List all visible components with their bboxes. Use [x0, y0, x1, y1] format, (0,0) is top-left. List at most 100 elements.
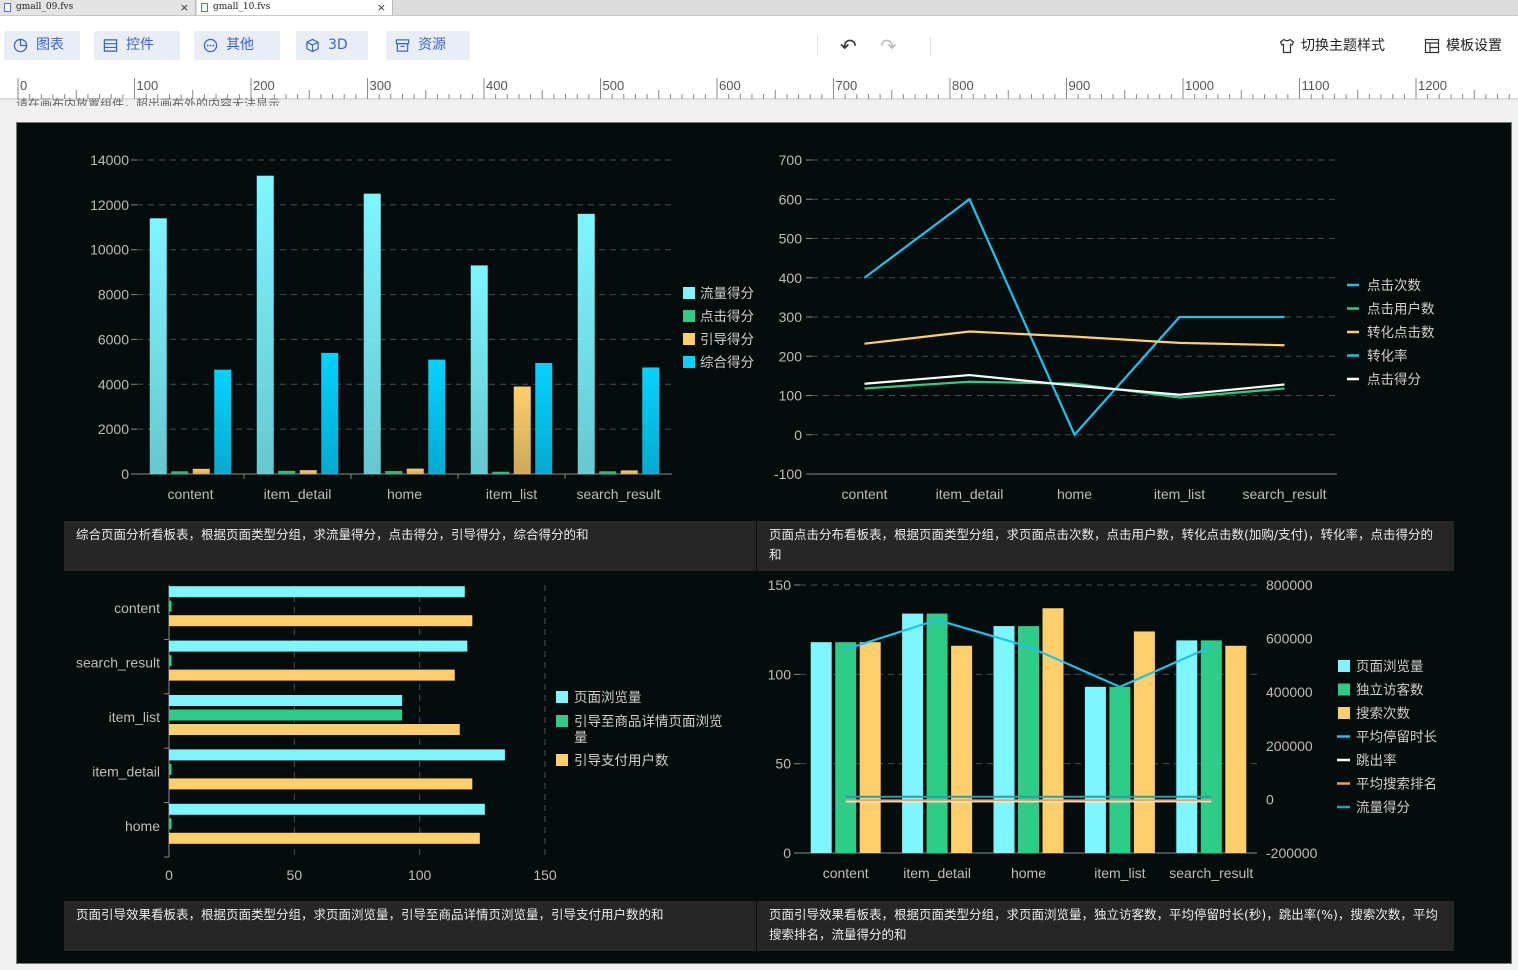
- widget-button-label: 控件: [126, 37, 154, 53]
- ruler-label: 600: [719, 78, 741, 93]
- ruler-label: 1000: [1185, 78, 1214, 93]
- bar-点击得分: [492, 471, 510, 474]
- y-tick-label: 12000: [90, 197, 129, 213]
- legend-label: 点击用户数: [1367, 301, 1435, 317]
- bar-综合得分: [428, 359, 446, 474]
- legend-swatch: [556, 754, 568, 766]
- legend-label: 流量得分: [1356, 799, 1410, 815]
- bar-页面浏览量: [1084, 686, 1106, 853]
- bar-页面浏览量: [169, 749, 505, 761]
- legend-label: 页面浏览量: [574, 690, 642, 705]
- bar-综合得分: [321, 352, 339, 474]
- page-click-line-chart[interactable]: -100 0 100 200 300 400 500 600 700 content item_de…: [757, 133, 1477, 523]
- line-转化点击数: [864, 330, 1285, 347]
- y-tick-label: 6000: [98, 331, 129, 347]
- legend-label: 转化点击数: [1367, 325, 1435, 340]
- page-guide-combo-chart[interactable]: 0 50 100 150 -200000 0 200000 400000 600000 80000…: [757, 575, 1497, 895]
- legend-swatch: [1338, 660, 1350, 672]
- y2-tick-label: 400000: [1266, 684, 1313, 700]
- legend-label: 引导得分: [700, 331, 754, 347]
- toolbar: 图表 控件 其他 3D 资源 ↶ ↷ 切换主题样式 模板设置: [0, 16, 1518, 76]
- x-tick-label: content: [842, 486, 888, 502]
- x-tick-label: 100: [408, 867, 432, 883]
- caption-page-click: 页面点击分布看板表，根据页面类型分组，求页面点击次数，点击用户数，转化点击数(加…: [757, 521, 1454, 571]
- bar-流量得分: [149, 218, 167, 474]
- bar-引导至商品详情页面浏览量: [169, 709, 403, 721]
- canvas-hint: 请在画布内放置组件，超出画布外的内容无法显示: [16, 97, 281, 106]
- resource-button-label: 资源: [418, 37, 446, 53]
- y-tick-label: 100: [768, 666, 792, 682]
- y-tick-label: 150: [768, 577, 792, 593]
- bar-页面浏览量: [902, 613, 924, 853]
- bar-引导至商品详情页面浏览量: [169, 655, 172, 667]
- widget-button[interactable]: 控件: [94, 31, 180, 60]
- bar-页面浏览量: [169, 586, 465, 598]
- divider: [930, 36, 931, 56]
- y-tick-label: 500: [779, 231, 803, 247]
- y-tick-label: 300: [779, 309, 803, 325]
- y-tick-label: 600: [779, 191, 803, 207]
- ruler-label: 900: [1069, 78, 1091, 93]
- redo-icon[interactable]: ↷: [880, 34, 897, 58]
- bar-流量得分: [470, 265, 488, 474]
- x-tick-label: search_result: [1242, 486, 1326, 502]
- y-tick-label: 400: [779, 270, 803, 286]
- switch-theme-button[interactable]: 切换主题样式: [1279, 36, 1385, 56]
- other-button-label: 其他: [226, 37, 254, 53]
- tab-gmall-10[interactable]: gmall_10.fvs ×: [197, 0, 393, 15]
- x-tick-label: 0: [165, 867, 173, 883]
- bar-综合得分: [214, 369, 232, 474]
- dashboard-canvas[interactable]: 0 2000 4000 6000 8000 10000 12000 14000 content i…: [16, 122, 1512, 964]
- y-tick-label: 10000: [90, 242, 129, 258]
- bar-引导支付用户数: [169, 615, 473, 627]
- more-icon: [203, 38, 218, 53]
- y-tick-label: 50: [775, 756, 791, 772]
- other-button[interactable]: 其他: [194, 31, 280, 60]
- legend-label: 综合得分: [700, 354, 754, 370]
- bar-页面浏览量: [169, 803, 485, 815]
- ruler-label: 500: [603, 78, 625, 93]
- bar-引导至商品详情页面浏览量: [169, 818, 172, 830]
- y-tick-label: 14000: [90, 152, 129, 168]
- bar-独立访客数: [1200, 640, 1222, 853]
- tab-gmall-09[interactable]: gmall_09.fvs ×: [0, 0, 196, 15]
- close-icon[interactable]: ×: [180, 0, 189, 15]
- legend-label: 跳出率: [1356, 752, 1397, 768]
- y-tick-label: item_detail: [92, 763, 160, 779]
- resource-button[interactable]: 资源: [386, 31, 470, 60]
- 3d-button[interactable]: 3D: [296, 31, 368, 60]
- page-guide-horizontal-bar-chart[interactable]: 0 50 100 150 home item_detail item_list search_…: [57, 575, 777, 895]
- legend-swatch: [683, 333, 695, 345]
- x-tick-label: home: [1057, 486, 1092, 502]
- legend-label: 点击得分: [1367, 371, 1421, 387]
- caption-comprehensive-analysis: 综合页面分析看板表，根据页面类型分组，求流量得分，点击得分，引导得分，综合得分的…: [64, 521, 756, 571]
- undo-icon[interactable]: ↶: [840, 34, 857, 58]
- bar-页面浏览量: [1176, 640, 1198, 853]
- y-tick-label: 8000: [98, 287, 129, 303]
- comprehensive-analysis-bar-chart[interactable]: 0 2000 4000 6000 8000 10000 12000 14000 content i…: [57, 133, 777, 523]
- bar-页面浏览量: [993, 626, 1015, 853]
- legend-swatch: [556, 691, 568, 703]
- legend-label: 平均停留时长: [1356, 729, 1437, 745]
- x-tick-label: home: [1011, 865, 1046, 881]
- 3d-button-label: 3D: [328, 37, 348, 53]
- bar-引导得分: [299, 470, 317, 474]
- bar-搜索次数: [1225, 645, 1247, 853]
- pie-chart-icon: [13, 38, 28, 53]
- legend-label: 页面浏览量: [1356, 659, 1424, 674]
- x-tick-label: search_result: [1169, 865, 1253, 881]
- template-settings-button[interactable]: 模板设置: [1424, 36, 1502, 56]
- x-tick-label: home: [387, 486, 422, 502]
- bar-独立访客数: [1018, 626, 1039, 853]
- x-tick-label: content: [168, 486, 214, 502]
- legend-label: 独立访客数: [1356, 682, 1424, 698]
- bar-引导得分: [192, 468, 210, 474]
- close-icon[interactable]: ×: [377, 0, 386, 15]
- bar-引导支付用户数: [169, 832, 480, 844]
- chart-button[interactable]: 图表: [4, 31, 80, 60]
- x-tick-label: item_list: [486, 486, 537, 502]
- legend-label: 引导支付用户数: [574, 752, 669, 768]
- y-tick-label: search_result: [76, 655, 160, 671]
- y-tick-label: 4000: [98, 376, 129, 392]
- y-tick-label: item_list: [109, 709, 160, 725]
